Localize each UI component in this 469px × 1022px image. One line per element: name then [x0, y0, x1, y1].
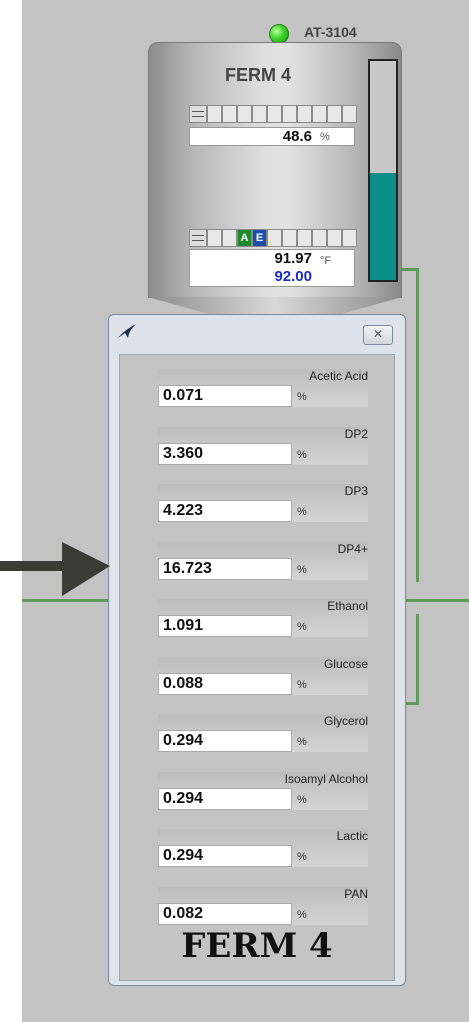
- tank-body: FERM 4 48.6 % A E 91.97 °F 92.00: [148, 42, 402, 298]
- analyte-value[interactable]: 0.294: [158, 730, 292, 752]
- analyte-unit: %: [297, 736, 307, 748]
- analyte-unit: %: [297, 391, 307, 403]
- analyte-unit: %: [297, 793, 307, 806]
- status-segment: [342, 105, 357, 123]
- analyte-value[interactable]: 4.223: [158, 500, 292, 522]
- analyte-row[interactable]: Glycerol 0.294%: [158, 714, 368, 754]
- analyte-label: Acetic Acid: [309, 369, 368, 383]
- status-segment: [312, 229, 327, 247]
- pipe-vertical-top: [416, 268, 419, 582]
- menu-icon[interactable]: [189, 105, 207, 123]
- pipe-right: [406, 599, 469, 602]
- fermenter-tank[interactable]: FERM 4 48.6 % A E 91.97 °F 92.00: [148, 42, 402, 317]
- analyte-row[interactable]: DP4+ 16.723%: [158, 541, 368, 582]
- auto-mode-badge[interactable]: A: [237, 229, 252, 247]
- analyte-value[interactable]: 0.082: [158, 902, 292, 925]
- status-segment: [282, 105, 297, 123]
- status-segment: [267, 229, 282, 247]
- status-segment: [327, 229, 342, 247]
- status-segment: [282, 229, 297, 247]
- pipe-return: [406, 702, 419, 705]
- analyte-unit: %: [297, 448, 307, 461]
- analyte-label: Lactic: [336, 829, 368, 843]
- app-logo-icon: [118, 324, 136, 338]
- analyte-value[interactable]: 0.088: [158, 672, 292, 695]
- analyte-row[interactable]: Isoamyl Alcohol 0.294%: [158, 771, 368, 812]
- analyte-unit: %: [297, 563, 307, 576]
- status-segment: [207, 229, 222, 247]
- analyte-value[interactable]: 0.071: [158, 385, 292, 407]
- temperature-unit: °F: [320, 255, 332, 267]
- status-segment: [327, 105, 342, 123]
- pointer-arrow-icon: [0, 542, 110, 596]
- analyte-unit: %: [297, 678, 307, 691]
- status-segment: [207, 105, 222, 123]
- external-mode-badge[interactable]: E: [252, 229, 267, 247]
- analyzer-popup-window[interactable]: ✕ Acetic Acid 0.071% DP2 3.360% DP3 4.223% DP4…: [108, 314, 406, 986]
- level-bar-fill: [370, 172, 396, 280]
- analyzer-tag: AT-3104: [304, 24, 357, 40]
- level-display[interactable]: 48.6 %: [189, 127, 355, 146]
- analyte-label: DP4+: [337, 541, 368, 556]
- temperature-value: 91.97: [274, 250, 312, 267]
- analyte-row[interactable]: DP2 3.360%: [158, 426, 368, 467]
- popup-footer-title: FERM 4: [181, 926, 333, 966]
- analyte-row[interactable]: DP3 4.223%: [158, 484, 368, 524]
- analyte-row[interactable]: Acetic Acid 0.071%: [158, 369, 368, 409]
- status-segment: [342, 229, 357, 247]
- level-value: 48.6: [282, 128, 312, 145]
- analyte-label: DP2: [344, 426, 368, 441]
- analyte-list-panel: Acetic Acid 0.071% DP2 3.360% DP3 4.223% DP4+ 1…: [119, 354, 395, 981]
- analyte-row[interactable]: Glucose 0.088%: [158, 656, 368, 697]
- temp-status-segments: A E: [189, 229, 357, 247]
- analyte-value[interactable]: 3.360: [158, 442, 292, 465]
- status-indicator-light[interactable]: [269, 24, 289, 44]
- hmi-canvas: AT-3104 FERM 4 48.6 % A E 91.97 °F 92.00…: [22, 0, 469, 1022]
- close-button[interactable]: ✕: [363, 325, 393, 345]
- analyte-label: DP3: [344, 484, 368, 498]
- status-segment: [252, 105, 267, 123]
- analyte-label: Glucose: [323, 656, 368, 671]
- analyte-label: Ethanol: [327, 599, 368, 613]
- analyte-unit: %: [297, 621, 307, 633]
- pipe-vertical-bottom: [416, 614, 419, 704]
- menu-icon[interactable]: [189, 229, 207, 247]
- analyte-value[interactable]: 0.294: [158, 787, 292, 810]
- analyte-row[interactable]: PAN 0.082%: [158, 886, 368, 927]
- status-segment: [237, 105, 252, 123]
- temperature-setpoint: 92.00: [274, 268, 312, 285]
- status-segment: [222, 105, 237, 123]
- analyte-value[interactable]: 16.723: [158, 557, 292, 580]
- analyte-value[interactable]: 0.294: [158, 845, 292, 867]
- analyte-label: Glycerol: [323, 714, 368, 728]
- status-segment: [222, 229, 237, 247]
- popup-titlebar[interactable]: ✕: [109, 315, 405, 349]
- analyte-unit: %: [297, 506, 307, 518]
- analyte-label: Isoamyl Alcohol: [284, 771, 368, 786]
- temperature-display[interactable]: 91.97 °F 92.00: [189, 249, 355, 287]
- status-segment: [297, 105, 312, 123]
- analyte-row[interactable]: Lactic 0.294%: [158, 829, 368, 869]
- analyte-value[interactable]: 1.091: [158, 615, 292, 637]
- analyte-unit: %: [297, 908, 307, 921]
- level-bar-meter: [368, 59, 398, 282]
- level-unit: %: [320, 131, 330, 143]
- status-segment: [312, 105, 327, 123]
- tank-title: FERM 4: [224, 65, 291, 85]
- level-status-segments: [189, 105, 357, 123]
- status-segment: [267, 105, 282, 123]
- status-segment: [297, 229, 312, 247]
- analyte-label: PAN: [344, 886, 368, 901]
- analyte-row[interactable]: Ethanol 1.091%: [158, 599, 368, 639]
- analyte-unit: %: [297, 851, 307, 863]
